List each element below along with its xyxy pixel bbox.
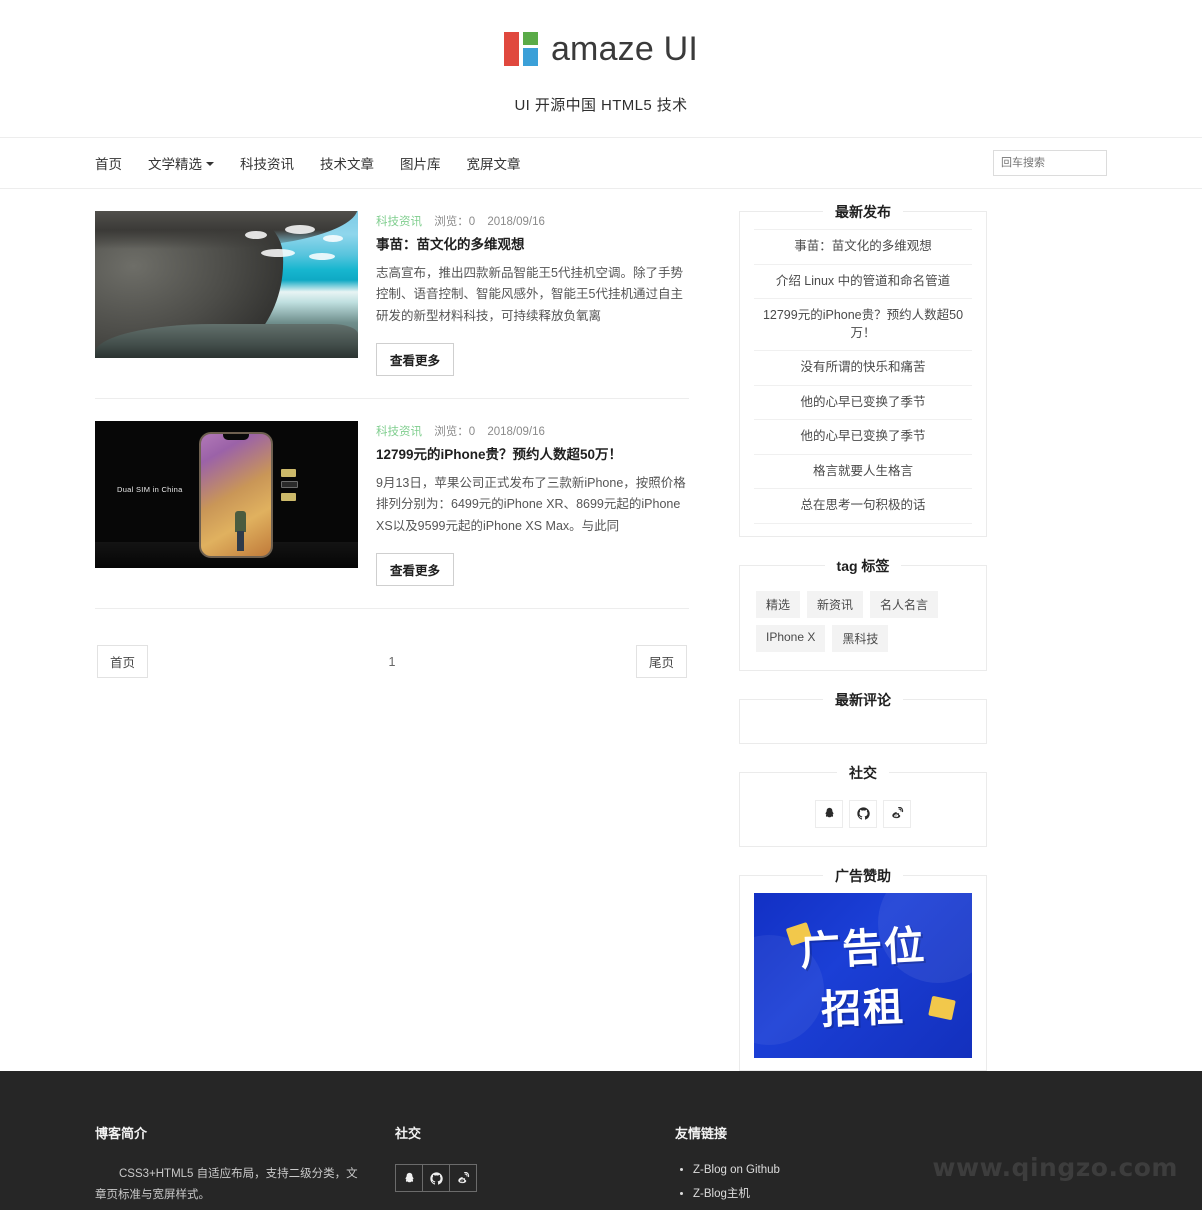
article-list: 科技资讯 浏览：0 2018/09/16 事苗：苗文化的多维观想 志高宣布，推出… bbox=[95, 211, 689, 679]
article-meta: 科技资讯 浏览：0 2018/09/16 bbox=[376, 423, 689, 439]
footer-social: 社交 bbox=[395, 1123, 675, 1210]
article-date: 2018/09/16 bbox=[487, 426, 545, 439]
list-item[interactable]: 12799元的iPhone贵？预约人数超50万！ bbox=[754, 298, 972, 350]
github-icon[interactable] bbox=[422, 1164, 450, 1192]
nav-list: 首页 文学精选 科技资讯 技术文章 图片库 宽屏文章 bbox=[95, 153, 534, 173]
qq-icon[interactable] bbox=[395, 1164, 423, 1192]
comments-empty-state bbox=[754, 717, 972, 731]
tag-item[interactable]: 黑科技 bbox=[832, 624, 889, 652]
nav-item-home[interactable]: 首页 bbox=[95, 153, 135, 173]
panel-title: 社交 bbox=[837, 761, 889, 784]
tag-item[interactable]: 名人名言 bbox=[870, 590, 939, 618]
pagination-last-button[interactable]: 尾页 bbox=[635, 645, 687, 679]
nav-item-label: 图片库 bbox=[400, 157, 441, 172]
list-item[interactable]: 介绍 Linux 中的管道和命名管道 bbox=[754, 263, 972, 299]
nav-item-label: 科技资讯 bbox=[240, 157, 294, 172]
nav-item-label: 首页 bbox=[95, 157, 122, 172]
article-excerpt: 志高宣布，推出四款新品智能王5代挂机空调。除了手势控制、语音控制、智能风感外，智… bbox=[376, 265, 683, 323]
nav-item-tech-articles[interactable]: 技术文章 bbox=[307, 153, 387, 173]
nav-item-label: 宽屏文章 bbox=[466, 157, 521, 172]
nav-item-literature[interactable]: 文学精选 bbox=[135, 153, 227, 173]
sidebar: 最新发布 事苗：苗文化的多维观想 介绍 Linux 中的管道和命名管道 1279… bbox=[739, 201, 987, 1099]
site-watermark: www.qingzo.com bbox=[932, 1153, 1178, 1182]
site-logo[interactable]: amaze UI bbox=[0, 28, 1202, 70]
list-item[interactable]: 事苗：苗文化的多维观想 bbox=[754, 229, 972, 264]
panel-title: 最新发布 bbox=[823, 201, 903, 223]
thumbnail-caption: Dual SIM in China bbox=[117, 485, 183, 495]
article-thumbnail-apple[interactable]: Dual SIM in China bbox=[95, 421, 358, 569]
amaze-ui-logo-icon bbox=[503, 32, 542, 66]
main-navbar: 首页 文学精选 科技资讯 技术文章 图片库 宽屏文章 bbox=[0, 137, 1202, 189]
panel-title: tag 标签 bbox=[824, 554, 902, 577]
footer-section-title: 博客简介 bbox=[95, 1126, 148, 1141]
nav-item-widescreen[interactable]: 宽屏文章 bbox=[454, 153, 534, 173]
list-item[interactable]: 总在思考一句积极的话 bbox=[754, 488, 972, 524]
nav-item-label: 文学精选 bbox=[148, 157, 202, 172]
tag-cloud: 精选 新资讯 名人名言 IPhone X 黑科技 bbox=[754, 583, 972, 658]
article-date: 2018/09/16 bbox=[487, 216, 545, 228]
panel-title: 广告赞助 bbox=[823, 864, 903, 887]
footer-about-text: CSS3+HTML5 自适应布局，支持二级分类，文章页标准与宽屏样式。 bbox=[95, 1168, 358, 1202]
tag-item[interactable]: 新资讯 bbox=[807, 590, 864, 618]
nav-item-label: 技术文章 bbox=[320, 157, 374, 172]
read-more-button[interactable]: 查看更多 bbox=[376, 343, 455, 377]
site-subtitle: UI 开源中国 HTML5 技术 bbox=[514, 97, 688, 114]
article-thumbnail-beach[interactable] bbox=[95, 211, 358, 358]
ad-banner-line1: 广告位 bbox=[799, 923, 928, 975]
article-excerpt: 9月13日，苹果公司正式发布了三款新iPhone，按照价格排列分别为：6499元… bbox=[376, 475, 686, 533]
footer-section-title: 社交 bbox=[395, 1126, 422, 1141]
panel-advertisement: 广告赞助 广告位 招租 bbox=[739, 864, 987, 1071]
site-header: amaze UI UI 开源中国 HTML5 技术 bbox=[0, 0, 1202, 137]
weibo-icon[interactable] bbox=[449, 1164, 477, 1192]
logo-text: amaze UI bbox=[550, 30, 699, 68]
article-views: 浏览：0 bbox=[434, 216, 476, 228]
read-more-button[interactable]: 查看更多 bbox=[376, 553, 455, 587]
article-category[interactable]: 科技资讯 bbox=[376, 216, 422, 228]
panel-social: 社交 bbox=[739, 761, 987, 847]
article-category[interactable]: 科技资讯 bbox=[376, 426, 422, 438]
list-item[interactable]: 格言就要人生格言 bbox=[754, 453, 972, 489]
list-item[interactable]: 他的心早已变换了季节 bbox=[754, 384, 972, 420]
page-wrap: 科技资讯 浏览：0 2018/09/16 事苗：苗文化的多维观想 志高宣布，推出… bbox=[71, 189, 1131, 1099]
panel-tags: tag 标签 精选 新资讯 名人名言 IPhone X 黑科技 bbox=[739, 554, 987, 671]
panel-latest-posts: 最新发布 事苗：苗文化的多维观想 介绍 Linux 中的管道和命名管道 1279… bbox=[739, 201, 987, 537]
article-title[interactable]: 12799元的iPhone贵？预约人数超50万！ bbox=[376, 446, 689, 464]
tag-item[interactable]: 精选 bbox=[756, 590, 801, 618]
article-views: 浏览：0 bbox=[434, 426, 476, 439]
search-input[interactable] bbox=[993, 150, 1107, 176]
site-footer: 博客简介 CSS3+HTML5 自适应布局，支持二级分类，文章页标准与宽屏样式。… bbox=[0, 1071, 1202, 1210]
list-item[interactable]: 没有所谓的快乐和痛苦 bbox=[754, 350, 972, 385]
weibo-icon[interactable] bbox=[883, 799, 911, 828]
footer-about: 博客简介 CSS3+HTML5 自适应布局，支持二级分类，文章页标准与宽屏样式。 bbox=[95, 1123, 395, 1210]
footer-link-item[interactable]: Z-Blog主机 bbox=[693, 1185, 1107, 1201]
social-links bbox=[754, 790, 972, 834]
ad-banner-line2: 招租 bbox=[820, 985, 906, 1033]
chevron-down-icon bbox=[206, 162, 214, 166]
nav-item-tech-news[interactable]: 科技资讯 bbox=[227, 153, 307, 173]
pagination-first-button[interactable]: 首页 bbox=[97, 645, 149, 679]
article-title[interactable]: 事苗：苗文化的多维观想 bbox=[376, 236, 689, 254]
panel-title: 最新评论 bbox=[823, 688, 903, 711]
ad-banner-image[interactable]: 广告位 招租 bbox=[754, 892, 972, 1058]
footer-section-title: 友情链接 bbox=[675, 1126, 728, 1141]
article-item: Dual SIM in China 科技资讯 浏览：0 2018/09/16 1… bbox=[95, 421, 689, 610]
latest-posts-list: 事苗：苗文化的多维观想 介绍 Linux 中的管道和命名管道 12799元的iP… bbox=[754, 229, 972, 524]
panel-latest-comments: 最新评论 bbox=[739, 688, 987, 744]
article-meta: 科技资讯 浏览：0 2018/09/16 bbox=[376, 213, 689, 229]
github-icon[interactable] bbox=[849, 799, 877, 828]
qq-icon[interactable] bbox=[815, 799, 843, 828]
pagination: 首页 1 尾页 bbox=[95, 631, 689, 679]
nav-item-gallery[interactable]: 图片库 bbox=[387, 153, 454, 173]
list-item[interactable]: 他的心早已变换了季节 bbox=[754, 419, 972, 454]
article-item: 科技资讯 浏览：0 2018/09/16 事苗：苗文化的多维观想 志高宣布，推出… bbox=[95, 211, 689, 400]
tag-item[interactable]: IPhone X bbox=[756, 624, 826, 652]
pagination-current-page: 1 bbox=[388, 654, 396, 669]
